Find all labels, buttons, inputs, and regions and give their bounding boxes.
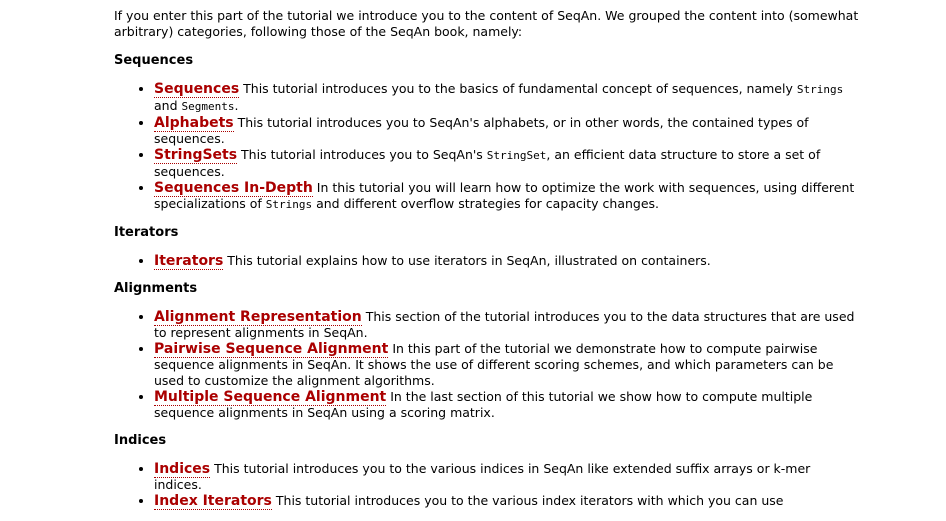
list-item-sequences: Sequences This tutorial introduces you t… bbox=[154, 81, 859, 115]
list-item-indices: Indices This tutorial introduces you to … bbox=[154, 461, 859, 493]
link-multiple-sequence-alignment[interactable]: Multiple Sequence Alignment bbox=[154, 389, 387, 406]
item-text: and different overflow strategies for ca… bbox=[312, 196, 660, 211]
section-heading-sequences: Sequences bbox=[114, 53, 194, 68]
link-alignment-representation[interactable]: Alignment Representation bbox=[154, 309, 362, 326]
item-text: and bbox=[154, 98, 182, 113]
list-item-alignment-representation: Alignment Representation This section of… bbox=[154, 309, 859, 341]
section-heading-alignments: Alignments bbox=[114, 281, 198, 296]
list-item-stringsets: StringSets This tutorial introduces you … bbox=[154, 147, 859, 180]
list-item-index-iterators: Index Iterators This tutorial introduces… bbox=[154, 493, 859, 510]
sequences-list: Sequences This tutorial introduces you t… bbox=[114, 81, 859, 213]
indices-list: Indices This tutorial introduces you to … bbox=[114, 461, 859, 510]
intro-paragraph: If you enter this part of the tutorial w… bbox=[114, 8, 859, 39]
link-indices[interactable]: Indices bbox=[154, 461, 211, 478]
alignments-list: Alignment Representation This section of… bbox=[114, 309, 859, 421]
item-text: . bbox=[234, 98, 239, 113]
item-text: This tutorial introduces you to the vari… bbox=[271, 493, 784, 508]
iterators-list: Iterators This tutorial explains how to … bbox=[114, 253, 859, 270]
item-text: This tutorial introduces you to the basi… bbox=[239, 81, 797, 96]
link-iterators[interactable]: Iterators bbox=[154, 253, 224, 270]
tutorial-content: If you enter this part of the tutorial w… bbox=[114, 8, 859, 521]
link-index-iterators[interactable]: Index Iterators bbox=[154, 493, 272, 510]
item-text: This tutorial explains how to use iterat… bbox=[223, 253, 711, 268]
item-text: This tutorial introduces you to the vari… bbox=[154, 461, 811, 492]
link-pairwise-sequence-alignment[interactable]: Pairwise Sequence Alignment bbox=[154, 341, 389, 358]
list-item-alphabets: Alphabets This tutorial introduces you t… bbox=[154, 115, 859, 147]
code-term: Strings bbox=[265, 198, 313, 211]
list-item-sequences-in-depth: Sequences In-Depth In this tutorial you … bbox=[154, 180, 859, 213]
link-stringsets[interactable]: StringSets bbox=[154, 147, 238, 164]
section-heading-iterators: Iterators bbox=[114, 225, 179, 240]
list-item-pairwise-sequence-alignment: Pairwise Sequence Alignment In this part… bbox=[154, 341, 859, 389]
code-term: Segments bbox=[181, 100, 235, 113]
list-item-multiple-sequence-alignment: Multiple Sequence Alignment In the last … bbox=[154, 389, 859, 421]
link-sequences[interactable]: Sequences bbox=[154, 81, 240, 98]
item-text: This tutorial introduces you to SeqAn's … bbox=[154, 115, 809, 146]
link-sequences-in-depth[interactable]: Sequences In-Depth bbox=[154, 180, 313, 197]
section-heading-indices: Indices bbox=[114, 433, 167, 448]
link-alphabets[interactable]: Alphabets bbox=[154, 115, 234, 132]
list-item-iterators: Iterators This tutorial explains how to … bbox=[154, 253, 859, 270]
item-text: This tutorial introduces you to SeqAn's bbox=[237, 147, 487, 162]
code-term: StringSet bbox=[486, 149, 547, 162]
code-term: Strings bbox=[796, 83, 844, 96]
